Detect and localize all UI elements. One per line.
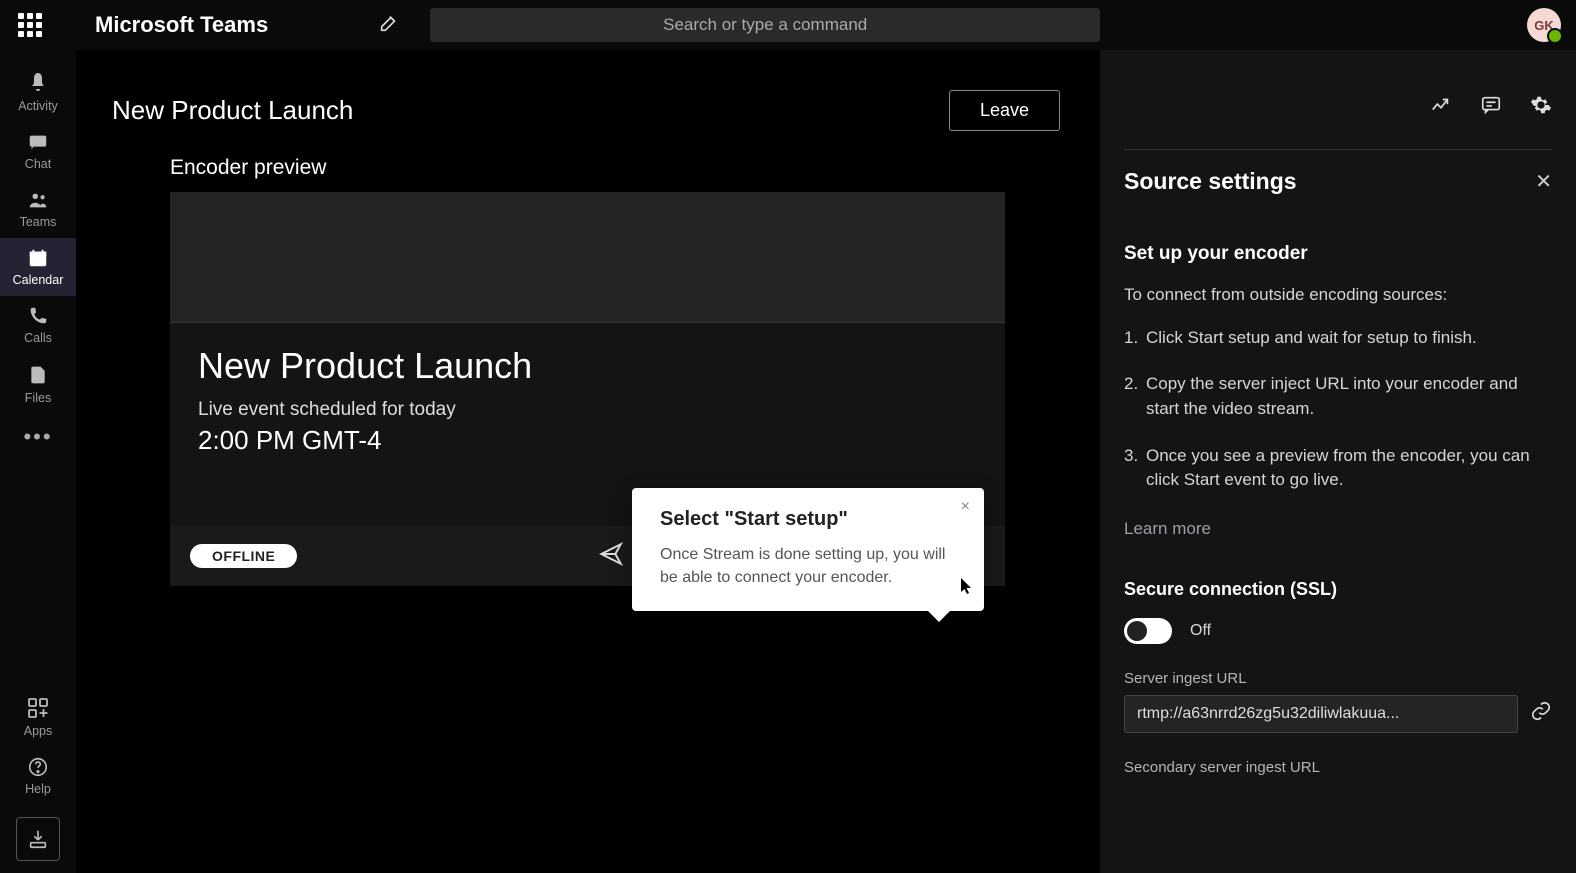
learn-more-link[interactable]: Learn more <box>1124 519 1211 539</box>
nav-teams[interactable]: Teams <box>0 180 76 238</box>
nav-chat[interactable]: Chat <box>0 122 76 180</box>
nav-help[interactable]: Help <box>0 747 76 805</box>
avatar[interactable]: GK <box>1527 8 1561 42</box>
panel-step: 3.Once you see a preview from the encode… <box>1124 444 1552 493</box>
event-name: New Product Launch <box>198 345 977 387</box>
tooltip-body: Once Stream is done setting up, you will… <box>660 543 956 589</box>
secondary-ingest-label: Secondary server ingest URL <box>1124 759 1552 776</box>
ssl-state-label: Off <box>1190 622 1211 640</box>
panel-intro: To connect from outside encoding sources… <box>1124 283 1552 308</box>
server-ingest-label: Server ingest URL <box>1124 670 1552 687</box>
app-title: Microsoft Teams <box>95 12 268 38</box>
source-settings-panel: Source settings ✕ Set up your encoder To… <box>1100 50 1576 873</box>
nav-calendar-label: Calendar <box>13 273 64 287</box>
server-ingest-url-field[interactable]: rtmp://a63nrrd26zg5u32diliwlakuua... <box>1124 695 1518 733</box>
panel-title: Source settings <box>1124 168 1297 195</box>
gear-icon[interactable] <box>1530 94 1552 121</box>
nav-apps-label: Apps <box>24 724 53 738</box>
tooltip-title: Select "Start setup" <box>660 508 956 531</box>
status-badge: OFFLINE <box>190 544 297 568</box>
leave-button[interactable]: Leave <box>949 90 1060 131</box>
nav-activity[interactable]: Activity <box>0 62 76 122</box>
nav-teams-label: Teams <box>20 215 57 229</box>
nav-activity-label: Activity <box>18 99 58 113</box>
nav-files[interactable]: Files <box>0 354 76 414</box>
panel-subtitle: Set up your encoder <box>1124 243 1552 265</box>
preview-placeholder <box>170 192 1005 322</box>
nav-files-label: Files <box>25 391 51 405</box>
schedule-label: Live event scheduled for today <box>198 399 977 421</box>
schedule-time: 2:00 PM GMT-4 <box>198 425 977 456</box>
copy-link-icon[interactable] <box>1530 700 1552 727</box>
search-input[interactable]: Search or type a command <box>430 8 1100 42</box>
coach-tooltip: × Select "Start setup" Once Stream is do… <box>632 488 984 611</box>
download-app-button[interactable] <box>16 817 60 861</box>
apps-launcher-icon[interactable] <box>15 10 45 40</box>
page-title: New Product Launch <box>112 95 353 126</box>
nav-chat-label: Chat <box>25 157 51 171</box>
nav-apps[interactable]: Apps <box>0 687 76 747</box>
panel-step: 2.Copy the server inject URL into your e… <box>1124 372 1552 421</box>
tooltip-close-icon[interactable]: × <box>961 498 970 516</box>
panel-step: 1.Click Start setup and wait for setup t… <box>1124 326 1552 351</box>
nav-calls-label: Calls <box>24 331 52 345</box>
nav-help-label: Help <box>25 782 51 796</box>
left-nav: Activity Chat Teams Calendar Calls Files… <box>0 50 76 873</box>
nav-calls[interactable]: Calls <box>0 296 76 354</box>
nav-calendar[interactable]: Calendar <box>0 238 76 296</box>
ssl-heading: Secure connection (SSL) <box>1124 579 1552 600</box>
send-icon[interactable] <box>597 541 625 572</box>
cursor-icon <box>960 578 974 601</box>
ssl-toggle[interactable] <box>1124 618 1172 644</box>
encoder-preview-label: Encoder preview <box>170 156 1100 180</box>
nav-more-icon[interactable]: ••• <box>23 414 52 460</box>
qna-icon[interactable] <box>1480 94 1502 121</box>
compose-icon[interactable] <box>378 12 400 39</box>
analytics-icon[interactable] <box>1430 94 1452 121</box>
panel-close-icon[interactable]: ✕ <box>1535 169 1552 194</box>
